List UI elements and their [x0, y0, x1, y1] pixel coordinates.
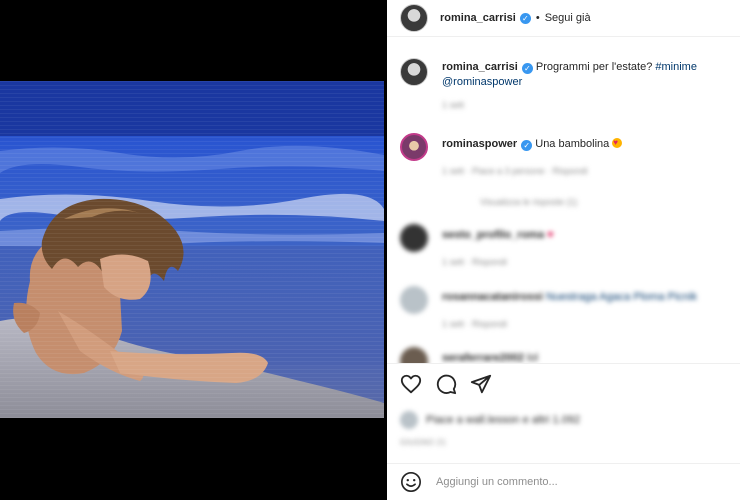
author-username[interactable]: romina_carrisi	[440, 12, 516, 24]
comment-avatar[interactable]	[400, 347, 428, 363]
comment-avatar[interactable]	[400, 224, 428, 252]
comment-text: Una bambolina	[535, 138, 610, 150]
verified-badge-icon: ✓	[521, 63, 533, 74]
caption-avatar[interactable]	[400, 58, 428, 86]
share-paper-plane-icon[interactable]	[470, 373, 492, 395]
comment-meta[interactable]: 1 sett · Piace a 3 persone · Rispondi	[442, 164, 732, 179]
caption-username[interactable]: romina_carrisi	[442, 61, 518, 73]
follow-status-button[interactable]: Segui già	[545, 12, 591, 24]
divider	[387, 363, 740, 364]
comment-bubble-icon[interactable]	[435, 373, 457, 395]
comment-item: sesto_profilo_roma ♥ 1 sett · Rispondi	[400, 224, 732, 270]
caption-text: Programmi per l'estate?	[535, 61, 653, 73]
post-date: GIUGNO 21	[400, 438, 447, 447]
comment-avatar[interactable]	[400, 286, 428, 314]
comment-item: seraferrare2002 lol	[400, 347, 732, 363]
view-replies-link[interactable]: Visualizza le risposte (1)	[480, 195, 732, 210]
add-comment-input[interactable]	[436, 476, 696, 488]
comment-username[interactable]: seraferrare2002	[442, 352, 524, 363]
post-header: romina_carrisi ✓ • Segui già	[387, 0, 740, 37]
liker-avatar	[400, 411, 418, 429]
verified-badge-icon: ✓	[519, 12, 531, 24]
like-heart-icon[interactable]	[400, 373, 422, 395]
comment-meta[interactable]: 1 sett · Rispondi	[442, 317, 732, 332]
caption-mention[interactable]: @rominaspower	[442, 76, 522, 88]
likes-text[interactable]: Piace a wall.lesson e altri 1.092	[426, 414, 580, 426]
comment-avatar[interactable]	[400, 133, 428, 161]
caption: romina_carrisi ✓ Programmi per l'estate? …	[400, 58, 732, 113]
verified-badge-icon: ✓	[521, 140, 533, 151]
comment-meta[interactable]: 1 sett · Rispondi	[442, 255, 732, 270]
post-actions	[400, 373, 492, 395]
comment-username[interactable]: rominaspower	[442, 138, 517, 150]
comments-list[interactable]: romina_carrisi ✓ Programmi per l'estate? …	[387, 37, 740, 363]
post-photo[interactable]	[0, 81, 384, 418]
emoji-smiley-icon[interactable]	[400, 471, 422, 493]
comment-username[interactable]: rosannacatanirossi	[442, 291, 543, 303]
red-heart-emoji-icon: ♥	[547, 229, 554, 241]
comment-text: lol	[527, 352, 539, 363]
likes-summary[interactable]: Piace a wall.lesson e altri 1.092	[400, 411, 580, 429]
beach-child-photo	[0, 81, 384, 418]
heart-eyes-emoji-icon	[612, 135, 623, 150]
comment-text: Nuestraga Agaca Ploma Picnik	[545, 291, 697, 303]
comment-item: rominaspower ✓ Una bambolina 1 sett · Pia…	[400, 133, 732, 210]
separator-dot: •	[535, 12, 540, 24]
post-media-panel	[0, 0, 387, 500]
caption-time: 1 sett	[442, 100, 465, 110]
comment-item: rosannacatanirossi Nuestraga Agaca Ploma…	[400, 286, 732, 332]
post-side-panel: romina_carrisi ✓ • Segui già romina_carr…	[387, 0, 740, 500]
author-avatar[interactable]	[400, 4, 428, 32]
comment-username[interactable]: sesto_profilo_roma	[442, 229, 544, 241]
add-comment-bar	[387, 463, 740, 500]
caption-hashtag[interactable]: #minime	[655, 61, 697, 73]
